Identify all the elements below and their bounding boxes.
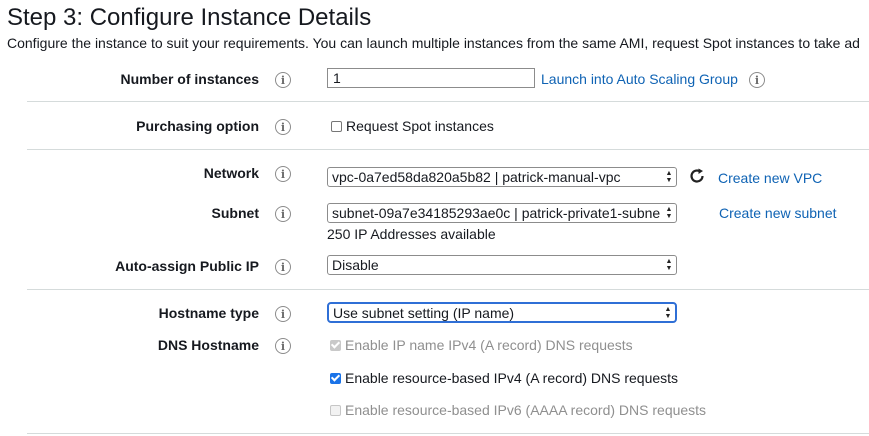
info-icon[interactable]: i — [275, 166, 291, 182]
select-arrows-icon: ▲ ▼ — [665, 170, 673, 184]
hostname-type-selected-value: Use subnet setting (IP name) — [333, 304, 515, 321]
request-spot-checkbox[interactable] — [331, 120, 342, 132]
request-spot-label: Request Spot instances — [346, 118, 494, 134]
info-icon[interactable]: i — [275, 259, 291, 275]
network-selected-value: vpc-0a7ed58da820a5b82 | patrick-manual-v… — [332, 169, 621, 185]
info-icon[interactable]: i — [749, 72, 765, 88]
select-arrows-icon: ▲ ▼ — [664, 305, 672, 320]
info-icon[interactable]: i — [275, 72, 291, 88]
network-label: Network — [203, 165, 259, 181]
ip-name-ipv4-label: Enable IP name IPv4 (A record) DNS reque… — [345, 337, 633, 353]
info-icon[interactable]: i — [275, 206, 291, 222]
number-of-instances-label: Number of instances — [120, 71, 259, 87]
divider — [27, 289, 869, 290]
request-spot-option[interactable]: Request Spot instances — [331, 118, 494, 134]
dns-option-resource-ipv4[interactable]: Enable resource-based IPv4 (A record) DN… — [330, 370, 678, 386]
number-of-instances-input[interactable] — [327, 68, 535, 88]
divider — [27, 149, 869, 150]
auto-assign-public-ip-select[interactable]: Disable ▲ ▼ — [327, 255, 677, 275]
select-arrows-icon: ▲ ▼ — [665, 206, 673, 220]
resource-ipv4-label: Enable resource-based IPv4 (A record) DN… — [345, 370, 679, 386]
divider — [27, 101, 869, 102]
page-title: Step 3: Configure Instance Details — [7, 4, 372, 31]
ip-name-ipv4-checkbox — [330, 339, 341, 351]
auto-assign-selected-value: Disable — [332, 257, 379, 273]
info-icon[interactable]: i — [275, 119, 291, 135]
info-icon[interactable]: i — [275, 338, 291, 354]
create-new-vpc-link[interactable]: Create new VPC — [718, 170, 822, 186]
subnet-select[interactable]: subnet-09a7e34185293ae0c | patrick-priva… — [327, 203, 677, 223]
launch-auto-scaling-group-link[interactable]: Launch into Auto Scaling Group — [541, 71, 738, 87]
network-select[interactable]: vpc-0a7ed58da820a5b82 | patrick-manual-v… — [327, 167, 677, 187]
resource-ipv4-checkbox[interactable] — [330, 372, 341, 384]
create-new-subnet-link[interactable]: Create new subnet — [719, 205, 837, 221]
select-arrows-icon: ▲ ▼ — [665, 258, 673, 272]
hostname-type-label: Hostname type — [158, 305, 259, 321]
page-subtitle: Configure the instance to suit your requ… — [7, 35, 860, 51]
subnet-label: Subnet — [211, 205, 259, 221]
purchasing-option-label: Purchasing option — [136, 118, 259, 134]
info-icon[interactable]: i — [275, 306, 291, 322]
dns-option-ip-name-ipv4: Enable IP name IPv4 (A record) DNS reque… — [330, 337, 633, 353]
resource-ipv6-checkbox — [330, 404, 341, 416]
divider — [27, 433, 869, 434]
auto-assign-public-ip-label: Auto-assign Public IP — [115, 258, 259, 274]
dns-option-resource-ipv6: Enable resource-based IPv6 (AAAA record)… — [330, 402, 706, 418]
hostname-type-select[interactable]: Use subnet setting (IP name) ▲ ▼ — [327, 302, 677, 323]
refresh-icon[interactable] — [688, 167, 706, 185]
dns-hostname-label: DNS Hostname — [157, 337, 259, 353]
ip-addresses-available-note: 250 IP Addresses available — [327, 226, 496, 242]
subnet-selected-value: subnet-09a7e34185293ae0c | patrick-priva… — [332, 205, 661, 221]
resource-ipv6-label: Enable resource-based IPv6 (AAAA record)… — [345, 402, 707, 418]
